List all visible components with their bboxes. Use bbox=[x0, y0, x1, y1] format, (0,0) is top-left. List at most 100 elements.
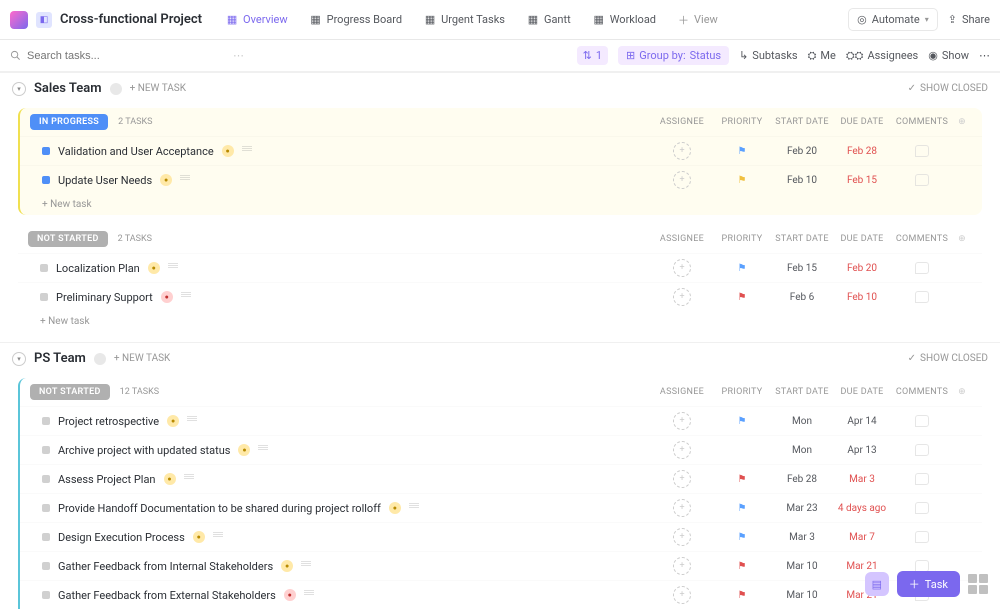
assignees-button[interactable]: ⛭⛭ Assignees bbox=[846, 49, 918, 63]
filter-button[interactable]: ⇅ 1 bbox=[577, 46, 608, 65]
comments-cell[interactable] bbox=[892, 415, 952, 427]
status-square-icon[interactable] bbox=[42, 562, 50, 570]
tab-overview[interactable]: ▦Overview bbox=[216, 6, 298, 34]
comments-cell[interactable] bbox=[892, 444, 952, 456]
start-date-cell[interactable]: Feb 28 bbox=[772, 474, 832, 485]
tab-workload[interactable]: ▦Workload bbox=[583, 6, 666, 34]
tab-gantt[interactable]: ▦Gantt bbox=[517, 6, 581, 34]
comments-cell[interactable] bbox=[892, 145, 952, 157]
float-note-button[interactable]: ▤ bbox=[865, 572, 889, 596]
due-date-cell[interactable]: Mar 3 bbox=[832, 474, 892, 485]
task-row[interactable]: Archive project with updated status ● + … bbox=[20, 435, 982, 464]
start-date-cell[interactable]: Mon bbox=[772, 416, 832, 427]
due-date-cell[interactable]: Apr 13 bbox=[832, 445, 892, 456]
status-square-icon[interactable] bbox=[42, 417, 50, 425]
assignee-placeholder[interactable]: + bbox=[673, 288, 691, 306]
assignee-placeholder[interactable]: + bbox=[673, 171, 691, 189]
start-date-cell[interactable]: Feb 15 bbox=[772, 263, 832, 274]
start-date-cell[interactable]: Mar 10 bbox=[772, 590, 832, 601]
new-task-link[interactable]: + NEW TASK bbox=[114, 353, 170, 364]
subtasks-button[interactable]: ↳ Subtasks bbox=[739, 49, 798, 62]
info-icon[interactable] bbox=[110, 83, 122, 95]
status-square-icon[interactable] bbox=[42, 533, 50, 541]
status-square-icon[interactable] bbox=[42, 475, 50, 483]
assignee-placeholder[interactable]: + bbox=[673, 528, 691, 546]
status-pill[interactable]: NOT STARTED bbox=[28, 231, 108, 247]
task-row[interactable]: Preliminary Support ● + ⚑ Feb 6 Feb 10 bbox=[18, 282, 982, 311]
due-date-cell[interactable]: Feb 28 bbox=[832, 146, 892, 157]
me-button[interactable]: ⛭ Me bbox=[808, 49, 836, 63]
task-row[interactable]: Provide Handoff Documentation to be shar… bbox=[20, 493, 982, 522]
new-task-row[interactable]: + New task bbox=[18, 311, 982, 332]
priority-cell[interactable]: ⚑ bbox=[712, 416, 772, 427]
status-square-icon[interactable] bbox=[42, 147, 50, 155]
add-column-button[interactable]: ⊕ bbox=[952, 387, 972, 397]
collapse-icon[interactable]: ▾ bbox=[12, 82, 26, 96]
assignee-placeholder[interactable]: + bbox=[673, 412, 691, 430]
show-closed-button[interactable]: ✓SHOW CLOSED bbox=[908, 83, 988, 94]
due-date-cell[interactable]: Feb 15 bbox=[832, 175, 892, 186]
comments-cell[interactable] bbox=[892, 473, 952, 485]
share-button[interactable]: ⇪ Share bbox=[948, 13, 990, 26]
due-date-cell[interactable]: Feb 10 bbox=[832, 292, 892, 303]
start-date-cell[interactable]: Feb 20 bbox=[772, 146, 832, 157]
status-square-icon[interactable] bbox=[40, 264, 48, 272]
automate-button[interactable]: ◎ Automate ▾ bbox=[848, 8, 938, 31]
priority-cell[interactable]: ⚑ bbox=[712, 146, 772, 157]
groupby-button[interactable]: ⊞ Group by: Status bbox=[618, 46, 729, 65]
start-date-cell[interactable]: Feb 6 bbox=[772, 292, 832, 303]
task-row[interactable]: Validation and User Acceptance ● + ⚑ Feb… bbox=[20, 136, 982, 165]
new-task-row[interactable]: + New task bbox=[20, 194, 982, 215]
new-task-link[interactable]: + NEW TASK bbox=[130, 83, 186, 94]
assignee-placeholder[interactable]: + bbox=[673, 441, 691, 459]
tab-progress-board[interactable]: ▦Progress Board bbox=[300, 6, 413, 34]
collapse-icon[interactable]: ▾ bbox=[12, 352, 26, 366]
status-square-icon[interactable] bbox=[42, 176, 50, 184]
priority-cell[interactable]: ⚑ bbox=[712, 292, 772, 303]
start-date-cell[interactable]: Mar 3 bbox=[772, 532, 832, 543]
status-square-icon[interactable] bbox=[40, 293, 48, 301]
status-pill[interactable]: NOT STARTED bbox=[30, 384, 110, 400]
info-icon[interactable] bbox=[94, 353, 106, 365]
more-menu[interactable]: ⋯ bbox=[979, 49, 990, 62]
start-date-cell[interactable]: Mar 10 bbox=[772, 561, 832, 572]
float-task-button[interactable]: ＋ Task bbox=[897, 571, 960, 597]
show-button[interactable]: ◉ Show bbox=[928, 49, 969, 62]
assignee-placeholder[interactable]: + bbox=[673, 499, 691, 517]
task-row[interactable]: Design Execution Process ● + ⚑ Mar 3 Mar… bbox=[20, 522, 982, 551]
tab-urgent-tasks[interactable]: ▦Urgent Tasks bbox=[414, 6, 515, 34]
task-row[interactable]: Update User Needs ● + ⚑ Feb 10 Feb 15 bbox=[20, 165, 982, 194]
comments-cell[interactable] bbox=[892, 502, 952, 514]
add-column-button[interactable]: ⊕ bbox=[952, 234, 972, 244]
priority-cell[interactable]: ⚑ bbox=[712, 474, 772, 485]
start-date-cell[interactable]: Mon bbox=[772, 445, 832, 456]
assignee-placeholder[interactable]: + bbox=[673, 142, 691, 160]
due-date-cell[interactable]: Apr 14 bbox=[832, 416, 892, 427]
status-square-icon[interactable] bbox=[42, 446, 50, 454]
task-row[interactable]: Localization Plan ● + ⚑ Feb 15 Feb 20 bbox=[18, 253, 982, 282]
task-row[interactable]: Assess Project Plan ● + ⚑ Feb 28 Mar 3 bbox=[20, 464, 982, 493]
priority-cell[interactable]: ⚑ bbox=[712, 175, 772, 186]
task-row[interactable]: Gather Feedback from External Stakeholde… bbox=[20, 580, 982, 609]
more-icon[interactable]: ⋯ bbox=[233, 49, 244, 62]
comments-cell[interactable] bbox=[892, 174, 952, 186]
add-column-button[interactable]: ⊕ bbox=[952, 117, 972, 127]
show-closed-button[interactable]: ✓SHOW CLOSED bbox=[908, 353, 988, 364]
priority-cell[interactable]: ⚑ bbox=[712, 503, 772, 514]
comments-cell[interactable] bbox=[892, 291, 952, 303]
assignee-placeholder[interactable]: + bbox=[673, 586, 691, 604]
app-logo-icon[interactable] bbox=[10, 11, 28, 29]
status-square-icon[interactable] bbox=[42, 504, 50, 512]
add-view-button[interactable]: ＋View bbox=[668, 6, 728, 34]
assignee-placeholder[interactable]: + bbox=[673, 259, 691, 277]
search-input[interactable] bbox=[27, 50, 227, 62]
task-row[interactable]: Gather Feedback from Internal Stakeholde… bbox=[20, 551, 982, 580]
priority-cell[interactable]: ⚑ bbox=[712, 532, 772, 543]
priority-cell[interactable]: ⚑ bbox=[712, 590, 772, 601]
priority-cell[interactable]: ⚑ bbox=[712, 561, 772, 572]
due-date-cell[interactable]: Feb 20 bbox=[832, 263, 892, 274]
status-pill[interactable]: IN PROGRESS bbox=[30, 114, 108, 130]
due-date-cell[interactable]: Mar 21 bbox=[832, 561, 892, 572]
start-date-cell[interactable]: Feb 10 bbox=[772, 175, 832, 186]
due-date-cell[interactable]: 4 days ago bbox=[832, 503, 892, 514]
